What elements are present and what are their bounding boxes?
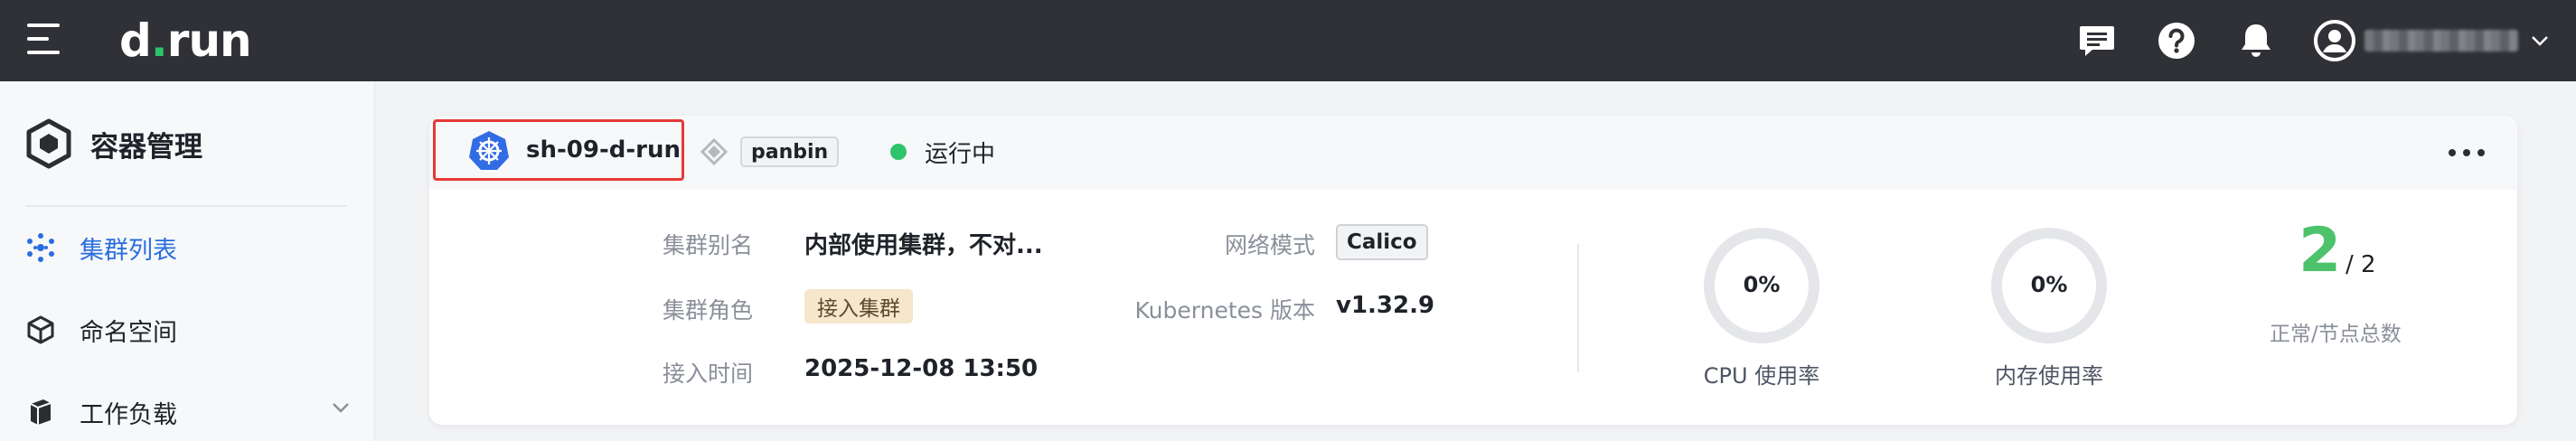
node-count-label: 正常/节点总数 bbox=[2270, 323, 2402, 346]
cluster-card: sh-09-d-run panbin 运行中 集群别名 内部使用集群，不对...… bbox=[429, 116, 2517, 425]
user-menu[interactable] bbox=[2314, 20, 2549, 61]
top-bar: d.run bbox=[0, 0, 2576, 81]
alias-label: 集群别名 bbox=[662, 232, 753, 258]
user-avatar-icon bbox=[2314, 20, 2355, 61]
cluster-icon bbox=[27, 233, 54, 262]
role-label: 集群角色 bbox=[662, 297, 753, 324]
chevron-down-icon bbox=[2532, 36, 2548, 46]
sidebar-item-label: 集群列表 bbox=[80, 236, 177, 265]
link-diamond-icon bbox=[700, 138, 728, 165]
alias-value: 内部使用集群，不对... bbox=[804, 232, 1043, 259]
kubernetes-icon bbox=[469, 131, 509, 170]
memory-usage-value: 0% bbox=[2030, 272, 2068, 297]
k8s-version-label: Kubernetes 版本 bbox=[1134, 297, 1315, 324]
sidebar-item-label: 命名空间 bbox=[80, 318, 177, 347]
namespace-cube-icon bbox=[27, 315, 54, 344]
cpu-usage-label: CPU 使用率 bbox=[1703, 363, 1820, 389]
sidebar: 容器管理 集群列表 命名空间 工作负载 bbox=[0, 81, 375, 441]
workload-icon bbox=[30, 399, 52, 425]
more-actions-icon[interactable] bbox=[2449, 139, 2485, 166]
sidebar-item-cluster-list[interactable]: 集群列表 bbox=[25, 220, 351, 275]
cpu-usage-value: 0% bbox=[1743, 272, 1781, 297]
network-label: 网络模式 bbox=[1224, 232, 1315, 258]
owner-tag: panbin bbox=[740, 136, 840, 167]
help-icon[interactable] bbox=[2155, 19, 2198, 62]
status-dot bbox=[890, 144, 907, 160]
sidebar-item-label: 工作负载 bbox=[80, 400, 177, 429]
section-divider bbox=[1577, 244, 1579, 372]
role-badge: 接入集群 bbox=[804, 289, 913, 324]
k8s-version-value: v1.32.9 bbox=[1336, 292, 1435, 319]
chat-icon[interactable] bbox=[2075, 19, 2119, 62]
time-label: 接入时间 bbox=[662, 361, 753, 387]
container-management-icon bbox=[26, 118, 71, 169]
cluster-name-link[interactable]: sh-09-d-run bbox=[433, 119, 684, 181]
bell-icon[interactable] bbox=[2234, 19, 2278, 62]
sidebar-divider bbox=[25, 205, 347, 207]
total-node-count: / 2 bbox=[2346, 251, 2376, 278]
chevron-down-icon[interactable] bbox=[331, 401, 351, 414]
ready-node-count: 2 bbox=[2299, 215, 2342, 286]
time-value: 2025-12-08 13:50 bbox=[804, 355, 1039, 382]
top-right-actions bbox=[2039, 0, 2549, 81]
hamburger-menu-icon[interactable] bbox=[27, 23, 63, 54]
memory-usage-label: 内存使用率 bbox=[1995, 363, 2103, 389]
sidebar-title: 容器管理 bbox=[25, 116, 202, 172]
status-text: 运行中 bbox=[925, 140, 996, 168]
sidebar-item-namespace[interactable]: 命名空间 bbox=[25, 303, 351, 357]
cluster-card-header: sh-09-d-run panbin 运行中 bbox=[429, 116, 2517, 190]
user-name-redacted bbox=[2364, 30, 2518, 52]
network-badge: Calico bbox=[1336, 224, 1428, 260]
main-content: sh-09-d-run panbin 运行中 集群别名 内部使用集群，不对...… bbox=[375, 81, 2576, 441]
sidebar-item-workload[interactable]: 工作负载 bbox=[25, 385, 351, 439]
cluster-owner: panbin bbox=[700, 134, 840, 170]
cluster-name: sh-09-d-run bbox=[526, 136, 681, 164]
app-logo[interactable]: d.run bbox=[119, 9, 252, 72]
cluster-status: 运行中 bbox=[890, 134, 995, 170]
